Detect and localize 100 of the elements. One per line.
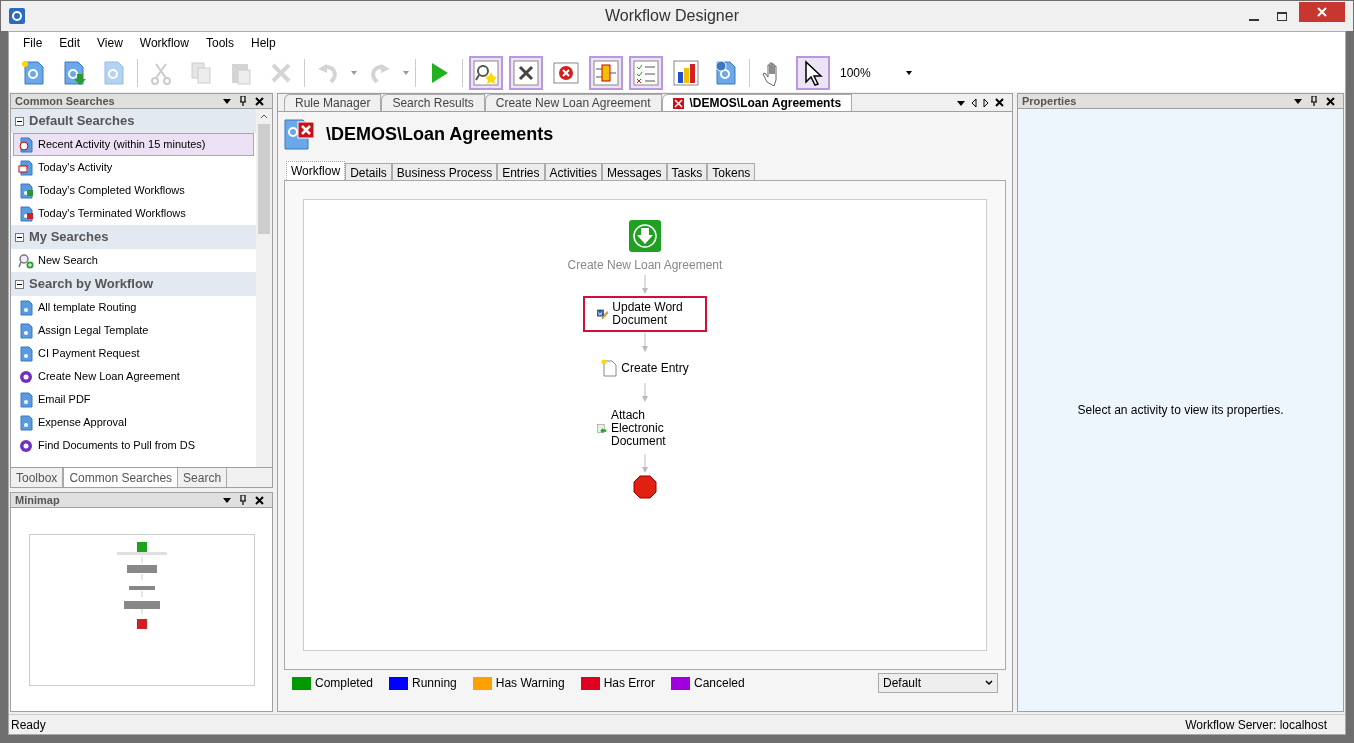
content-tab[interactable]: Messages bbox=[601, 163, 667, 180]
search-icon bbox=[18, 252, 34, 269]
search-item[interactable]: Today's Completed Workflows bbox=[13, 179, 254, 202]
checklist-button[interactable] bbox=[629, 56, 663, 90]
dropdown-icon[interactable] bbox=[1294, 97, 1302, 105]
app-gear-icon bbox=[9, 8, 25, 24]
search-item[interactable]: Assign Legal Template bbox=[13, 319, 254, 342]
dropdown-icon[interactable] bbox=[223, 97, 231, 105]
clock-document-icon bbox=[18, 136, 34, 153]
layout-button[interactable] bbox=[589, 56, 623, 90]
tools-button[interactable] bbox=[509, 56, 543, 90]
calendar-document-icon bbox=[18, 159, 34, 176]
checklist-icon bbox=[633, 60, 659, 86]
workflow-canvas[interactable]: Create New Loan Agreement Update Word Document Create Entry Attach Electronic Document bbox=[303, 199, 987, 651]
group-heading: Search by Workflow bbox=[29, 275, 153, 294]
workflow-document-icon bbox=[18, 345, 34, 362]
close-icon[interactable] bbox=[995, 98, 1004, 107]
content-tab[interactable]: Activities bbox=[544, 163, 602, 180]
find-button[interactable] bbox=[469, 56, 503, 90]
legend-label: Has Warning bbox=[495, 675, 565, 692]
right-arrow-icon[interactable] bbox=[983, 98, 989, 107]
group-heading: Default Searches bbox=[29, 112, 135, 131]
collapse-toggle[interactable] bbox=[15, 279, 24, 289]
export-document-icon bbox=[101, 60, 127, 86]
pin-icon[interactable] bbox=[239, 96, 247, 106]
search-item[interactable]: Expense Approval bbox=[13, 411, 254, 434]
search-item[interactable]: Find Documents to Pull from DS bbox=[13, 434, 254, 457]
legend-label: Running bbox=[412, 675, 457, 692]
window-title: Workflow Designer bbox=[604, 6, 740, 26]
new-document-icon bbox=[601, 359, 618, 377]
search-item[interactable]: Email PDF bbox=[13, 388, 254, 411]
scrollbar-thumb[interactable] bbox=[258, 124, 270, 234]
pin-icon[interactable] bbox=[239, 495, 247, 505]
content-tab[interactable]: Workflow bbox=[286, 161, 346, 180]
pointer-button[interactable] bbox=[796, 56, 830, 90]
caret-icon[interactable] bbox=[906, 71, 912, 75]
panel-title: Minimap bbox=[15, 492, 60, 508]
close-icon[interactable] bbox=[255, 96, 264, 106]
zoom-select[interactable]: 100% bbox=[840, 64, 912, 82]
close-button[interactable] bbox=[1299, 2, 1345, 22]
view-select[interactable]: Default bbox=[878, 673, 998, 693]
stop-sign-icon[interactable] bbox=[633, 475, 657, 499]
collapse-toggle[interactable] bbox=[15, 116, 24, 126]
server-status: Workflow Server: localhost bbox=[1185, 716, 1328, 734]
menu-item[interactable]: Tools bbox=[205, 34, 234, 52]
tools-icon bbox=[513, 60, 539, 86]
content-tab[interactable]: Details bbox=[345, 163, 392, 180]
close-icon[interactable] bbox=[1326, 96, 1335, 106]
activity-label: Update Word Document bbox=[612, 301, 684, 327]
activity-label: Attach Electronic Document bbox=[610, 409, 667, 448]
search-item[interactable]: Recent Activity (within 15 minutes) bbox=[13, 133, 254, 156]
gear-icon bbox=[18, 437, 34, 454]
menu-item[interactable]: Edit bbox=[59, 34, 81, 52]
error-document-icon bbox=[18, 205, 34, 222]
workflow-document-icon bbox=[18, 299, 34, 316]
menu-item[interactable]: View bbox=[97, 34, 123, 52]
panel-tab[interactable]: Search bbox=[178, 468, 228, 487]
dropdown-icon[interactable] bbox=[957, 98, 965, 107]
panel-title: Common Searches bbox=[15, 93, 115, 109]
menu-item[interactable]: File bbox=[23, 34, 43, 52]
content-tab[interactable]: Entries bbox=[497, 163, 545, 180]
layout-icon bbox=[593, 60, 619, 86]
document-tab[interactable]: Search Results bbox=[381, 94, 485, 111]
search-item[interactable]: CI Payment Request bbox=[13, 342, 254, 365]
document-tab[interactable]: \DEMOS\Loan Agreements bbox=[661, 94, 853, 111]
import-document-icon bbox=[61, 60, 87, 86]
document-heading: \DEMOS\Loan Agreements bbox=[326, 122, 554, 146]
workflow-document-icon bbox=[18, 322, 34, 339]
status-text: Ready bbox=[11, 716, 47, 734]
left-arrow-icon[interactable] bbox=[971, 98, 977, 107]
content-tab[interactable]: Tokens bbox=[707, 163, 756, 180]
scrollbar[interactable] bbox=[256, 109, 272, 467]
dropdown-icon[interactable] bbox=[223, 496, 231, 504]
properties-message: Select an activity to view its properties. bbox=[1077, 402, 1284, 419]
pin-icon[interactable] bbox=[1310, 96, 1318, 106]
bar-chart-icon bbox=[673, 60, 699, 86]
scroll-up-icon[interactable] bbox=[260, 114, 268, 119]
panel-tab[interactable]: Common Searches bbox=[63, 468, 179, 487]
workflow-document-icon bbox=[18, 391, 34, 408]
menu-item[interactable]: Help bbox=[250, 34, 276, 52]
connector-arrow bbox=[641, 275, 649, 295]
connector-arrow bbox=[641, 333, 649, 353]
document-tab[interactable]: Create New Loan Agreement bbox=[484, 94, 662, 111]
search-item[interactable]: New Search bbox=[13, 249, 254, 272]
maximize-icon[interactable] bbox=[1277, 11, 1287, 21]
search-item[interactable]: Create New Loan Agreement bbox=[13, 365, 254, 388]
search-item[interactable]: Today's Activity bbox=[13, 156, 254, 179]
collapse-toggle[interactable] bbox=[15, 232, 24, 242]
search-item[interactable]: All template Routing bbox=[13, 296, 254, 319]
close-icon[interactable] bbox=[255, 495, 264, 505]
start-label: Create New Loan Agreement bbox=[567, 257, 723, 274]
activity-node[interactable]: Update Word Document bbox=[583, 296, 707, 332]
chevron-icon[interactable] bbox=[985, 680, 993, 686]
document-tab[interactable]: Rule Manager bbox=[284, 94, 382, 111]
content-tab[interactable]: Business Process bbox=[391, 163, 498, 180]
content-tab[interactable]: Tasks bbox=[666, 163, 708, 180]
start-icon[interactable] bbox=[629, 220, 661, 252]
search-item[interactable]: Today's Terminated Workflows bbox=[13, 202, 254, 225]
minimap-drawing[interactable] bbox=[28, 533, 255, 686]
menu-item[interactable]: Workflow bbox=[139, 34, 189, 52]
